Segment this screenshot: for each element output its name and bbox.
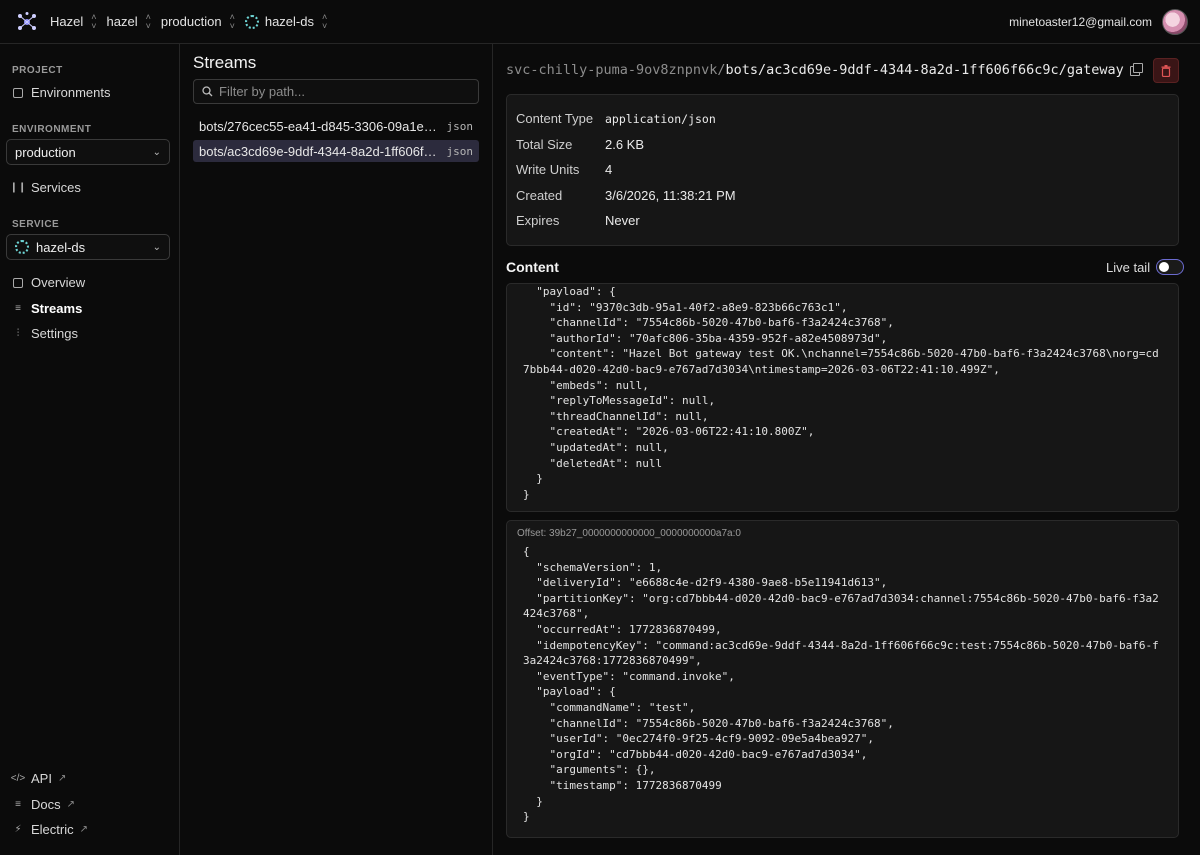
project-section-label: PROJECT (12, 65, 63, 76)
service-ring-icon (15, 240, 29, 254)
stream-detail: svc-chilly-puma-9ov8znpnvk/bots/ac3cd69e… (494, 44, 1200, 855)
meta-label: Created (516, 188, 563, 203)
live-tail-control: Live tail (1106, 259, 1185, 275)
sidebar-item-label: Overview (31, 275, 86, 290)
stream-path-title: bots/ac3cd69e-9ddf-4344-8a2d-1ff606f66c9… (725, 62, 1124, 78)
content-heading: Content (506, 259, 559, 275)
breadcrumb-project[interactable]: hazel (107, 14, 138, 29)
sidebar-item-settings[interactable]: ⫶ Settings (12, 326, 78, 341)
live-tail-toggle[interactable] (1156, 259, 1185, 275)
meta-write-units: Write Units 4 (516, 162, 612, 177)
code-icon: </> (10, 773, 26, 784)
meta-label: Total Size (516, 137, 573, 152)
meta-total-size: Total Size 2.6 KB (516, 137, 644, 152)
top-bar: Hazel ˄ ˅ hazel ˄ ˅ production ˄ ˅ hazel-ds… (0, 0, 1200, 44)
breadcrumb-service[interactable]: hazel-ds (265, 14, 314, 29)
sidebar-item-label: Services (31, 180, 81, 195)
trash-icon (1161, 64, 1171, 77)
sidebar-item-label: API (31, 771, 52, 786)
sidebar-item-label: Settings (31, 326, 78, 341)
filter-input[interactable] (219, 84, 469, 99)
external-link-icon: ↗ (79, 824, 89, 835)
sidebar-item-label: Docs (31, 797, 61, 812)
stream-path-header: svc-chilly-puma-9ov8znpnvk/bots/ac3cd69e… (506, 62, 1124, 78)
message-offset: Offset: 39b27_0000000000000_0000000000a7… (517, 528, 741, 539)
chevron-updown-icon[interactable]: ˄ ˅ (230, 12, 235, 31)
meta-value: 2.6 KB (605, 137, 645, 152)
meta-value: 4 (605, 162, 613, 177)
message-json: { "schemaVersion": 1, "deliveryId": "e66… (523, 545, 1159, 824)
meta-created: Created 3/6/2026, 11:38:21 PM (516, 188, 736, 203)
external-link-icon: ↗ (57, 773, 67, 784)
stream-path: bots/276cec55-ea41-d845-3306-09a1e7c8b2f… (199, 118, 439, 134)
columns-icon: ❙❙ (9, 182, 27, 193)
breadcrumb: Hazel ˄ ˅ hazel ˄ ˅ production ˄ ˅ hazel-ds… (50, 12, 337, 31)
user-menu: minetoaster12@gmail.com (1009, 8, 1188, 35)
sidebar-item-overview[interactable]: Overview (12, 275, 85, 290)
chevron-down-icon: ⌄ (152, 241, 161, 253)
streams-panel: Streams bots/276cec55-ea41-d845-3306-09a… (181, 44, 493, 855)
stream-path: bots/ac3cd69e-9ddf-4344-8a2d-1ff606f66c9… (199, 143, 439, 159)
sliders-icon: ⫶ (16, 328, 20, 339)
service-select-value: hazel-ds (36, 239, 86, 255)
message-json: "payload": { "id": "9370c3db-95a1-40f2-a… (523, 285, 1159, 501)
document-icon: ≡ (15, 303, 21, 314)
avatar[interactable] (1162, 8, 1188, 35)
chevron-updown-icon[interactable]: ˄ ˅ (322, 12, 327, 31)
sidebar-item-docs[interactable]: ≡ Docs ↗ (12, 797, 75, 812)
meta-expires: Expires Never (516, 213, 640, 228)
message-card: "payload": { "id": "9370c3db-95a1-40f2-a… (506, 283, 1179, 512)
sidebar-item-label: Environments (31, 85, 111, 100)
meta-value: Never (605, 213, 640, 228)
service-ring-icon (244, 14, 259, 29)
service-select[interactable]: hazel-ds ⌄ (6, 234, 170, 260)
hazel-logo-icon[interactable] (16, 11, 38, 33)
meta-value: application/json (605, 111, 716, 126)
sidebar-item-environments[interactable]: Environments (12, 85, 110, 100)
streams-title: Streams (193, 53, 257, 72)
square-icon (12, 87, 24, 99)
sidebar-item-services[interactable]: ❙❙ Services (9, 180, 81, 195)
message-card: Offset: 39b27_0000000000000_0000000000a7… (506, 520, 1179, 838)
square-icon (12, 277, 24, 289)
lightning-icon: ⚡ (14, 824, 22, 835)
meta-label: Content Type (516, 111, 594, 126)
filter-field[interactable] (193, 79, 479, 104)
external-link-icon: ↗ (66, 799, 76, 810)
chevron-updown-icon[interactable]: ˄ ˅ (146, 12, 151, 31)
document-icon: ≡ (15, 799, 21, 810)
user-email: minetoaster12@gmail.com (1009, 14, 1152, 29)
breadcrumb-org[interactable]: Hazel (50, 14, 83, 29)
environment-select[interactable]: production ⌄ (6, 139, 170, 165)
service-section-label: SERVICE (12, 219, 60, 230)
stream-type-badge: json (446, 144, 474, 158)
chevron-down-icon: ⌄ (152, 146, 161, 158)
sidebar-item-label: Electric (31, 822, 74, 837)
service-path-prefix: svc-chilly-puma-9ov8znpnvk/ (506, 62, 726, 78)
meta-content-type: Content Type application/json (516, 111, 716, 126)
meta-label: Write Units (516, 162, 580, 177)
meta-value: 3/6/2026, 11:38:21 PM (605, 188, 736, 203)
search-icon (202, 86, 213, 97)
sidebar-item-electric[interactable]: ⚡ Electric ↗ (12, 822, 88, 837)
live-tail-label: Live tail (1106, 259, 1151, 275)
delete-stream-button[interactable] (1153, 58, 1179, 83)
sidebar-item-label: Streams (31, 301, 83, 316)
chevron-updown-icon[interactable]: ˄ ˅ (91, 12, 96, 31)
stream-list-item[interactable]: bots/276cec55-ea41-d845-3306-09a1e7c8b2f… (193, 115, 479, 137)
stream-list-item-selected[interactable]: bots/ac3cd69e-9ddf-4344-8a2d-1ff606f66c9… (193, 140, 479, 162)
environment-section-label: ENVIRONMENT (12, 124, 92, 135)
environment-select-value: production (15, 144, 76, 160)
stream-type-badge: json (446, 119, 474, 133)
sidebar: PROJECT Environments ENVIRONMENT product… (0, 44, 180, 855)
copy-icon[interactable] (1130, 63, 1143, 76)
sidebar-item-api[interactable]: </> API ↗ (10, 771, 67, 786)
sidebar-item-streams[interactable]: ≡ Streams (12, 301, 82, 316)
metadata-card: Content Type application/json Total Size… (506, 94, 1179, 246)
breadcrumb-environment[interactable]: production (161, 14, 222, 29)
meta-label: Expires (516, 213, 560, 228)
